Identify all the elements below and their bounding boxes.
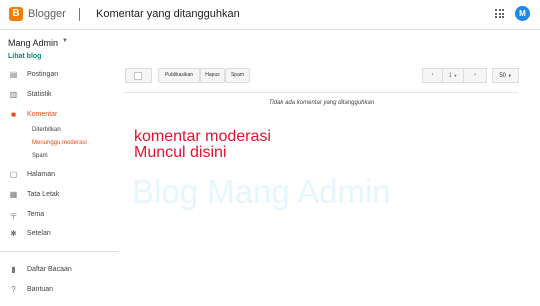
page-title: Komentar yang ditangguhkan	[96, 8, 240, 20]
sidebar: Mang Admin ▼ Lihat blog ▤ Postingan ▥ St…	[0, 30, 118, 306]
prev-page-button[interactable]: ‹	[422, 68, 443, 83]
chevron-down-icon: ▼	[507, 73, 512, 78]
publish-button[interactable]: Publikasikan	[158, 68, 200, 83]
chevron-down-icon: ▼	[453, 73, 458, 78]
pages-icon: ▢	[9, 170, 18, 179]
page-number: 1	[448, 73, 452, 79]
sidebar-item-help[interactable]: ? Bantuan	[0, 284, 118, 298]
blogger-logo-icon[interactable]: B	[9, 7, 23, 21]
annotation-line-1: komentar moderasi	[134, 128, 271, 145]
help-icon: ?	[11, 285, 16, 294]
empty-state-message: Tidak ada komentar yang ditangguhkan	[268, 100, 375, 106]
chevron-left-icon: ‹	[431, 72, 434, 78]
avatar[interactable]: M	[515, 6, 530, 21]
sidebar-item-label: Halaman	[27, 171, 56, 178]
posts-icon: ▤	[9, 70, 18, 79]
theme-icon: ╤	[10, 210, 17, 219]
sidebar-item-label: Postingan	[27, 71, 59, 78]
bookmark-icon: ▮	[11, 265, 16, 274]
delete-button[interactable]: Hapus	[200, 68, 225, 83]
top-bar: B Blogger Komentar yang ditangguhkan M	[0, 0, 540, 30]
sub-item-spam[interactable]: Spam	[32, 153, 48, 159]
sub-item-awaiting-moderation[interactable]: Menunggu moderasi	[32, 140, 87, 146]
sidebar-item-label: Setelan	[27, 230, 51, 237]
header-divider	[79, 8, 80, 21]
sidebar-item-theme[interactable]: ╤ Tema	[0, 209, 118, 223]
chevron-right-icon: ›	[474, 72, 476, 78]
select-all-checkbox[interactable]	[125, 68, 152, 83]
sidebar-item-label: Tata Letak	[27, 191, 60, 198]
page-selector[interactable]: 1 ▼	[442, 68, 464, 83]
view-blog-link[interactable]: Lihat blog	[8, 53, 41, 60]
list-divider	[125, 92, 518, 93]
sidebar-item-layout[interactable]: ▦ Tata Letak	[0, 189, 118, 203]
sub-item-published[interactable]: Diterbitkan	[32, 127, 61, 133]
sidebar-item-reading-list[interactable]: ▮ Daftar Bacaan	[0, 264, 118, 278]
annotation-line-2: Muncul disini	[134, 144, 227, 161]
per-page-value: 50	[499, 73, 507, 79]
sidebar-item-label: Komentar	[27, 111, 58, 118]
sidebar-item-label: Bantuan	[27, 286, 54, 293]
sidebar-item-comments[interactable]: ■ Komentar	[0, 109, 118, 123]
spam-button[interactable]: Spam	[225, 68, 250, 83]
watermark-text: Blog Mang Admin	[132, 173, 391, 210]
sidebar-item-label: Statistik	[27, 91, 52, 98]
layout-icon: ▦	[9, 190, 18, 199]
apps-grid-icon[interactable]	[495, 9, 504, 18]
sidebar-item-posts[interactable]: ▤ Postingan	[0, 69, 118, 83]
sidebar-item-settings[interactable]: ✱ Setelan	[0, 228, 118, 242]
blog-selector[interactable]: Mang Admin	[8, 38, 58, 48]
sidebar-item-stats[interactable]: ▥ Statistik	[0, 89, 118, 103]
stats-icon: ▥	[9, 90, 18, 99]
sidebar-item-label: Tema	[27, 211, 45, 218]
settings-icon: ✱	[10, 229, 17, 238]
checkbox-box[interactable]	[134, 72, 142, 80]
next-page-button[interactable]: ›	[463, 68, 487, 83]
sidebar-divider	[0, 251, 118, 252]
comments-icon: ■	[11, 110, 16, 119]
per-page-selector[interactable]: 50 ▼	[492, 68, 519, 83]
sidebar-item-pages[interactable]: ▢ Halaman	[0, 169, 118, 183]
caret-down-icon[interactable]: ▼	[62, 38, 68, 44]
sidebar-item-label: Daftar Bacaan	[27, 266, 72, 273]
brand-name[interactable]: Blogger	[28, 8, 66, 20]
